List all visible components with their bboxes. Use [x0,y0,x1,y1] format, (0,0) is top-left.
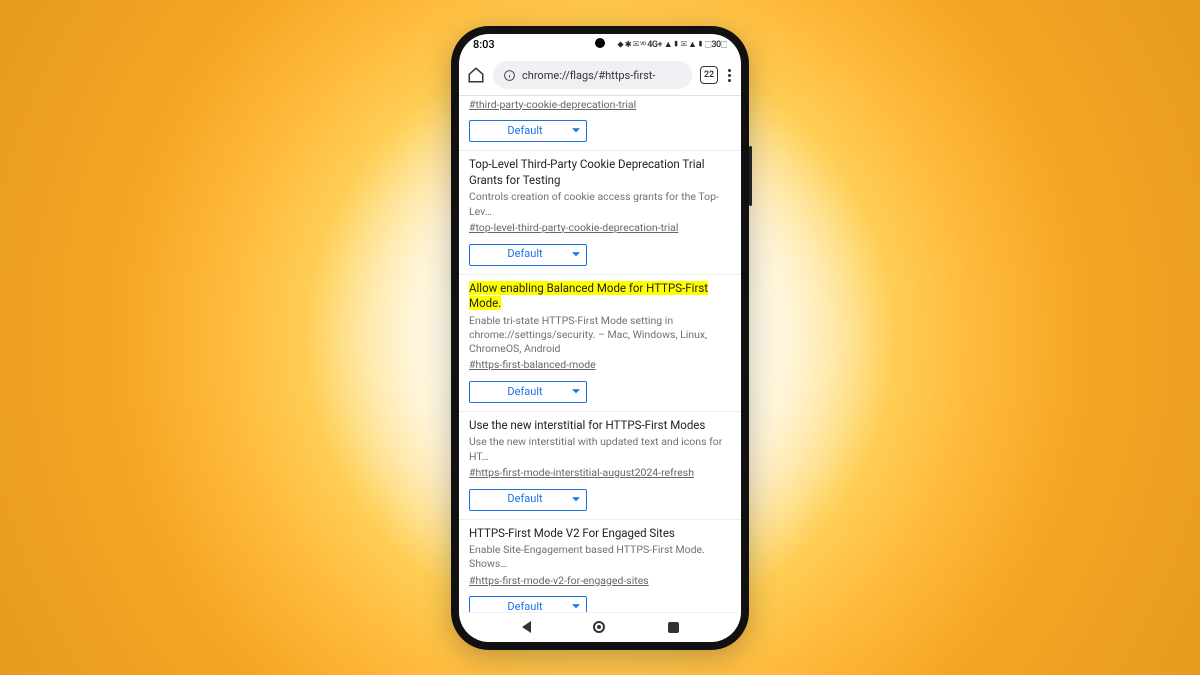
flag-description: Enable tri-state HTTPS-First Mode settin… [469,314,731,357]
flag-title: Top-Level Third-Party Cookie Deprecation… [469,157,731,188]
flag-anchor-link[interactable]: #https-first-balanced-mode [469,358,596,372]
flag-anchor-link[interactable]: #https-first-mode-interstitial-august202… [469,466,694,480]
nav-back-icon[interactable] [522,621,531,633]
status-bar: 8:03 ⬥ ✱ ✉ ᵛᵒ 4G+ ▲▮ ✉ ▲▮ ⬚30⬚ [459,34,741,56]
flag-description: Enable Site-Engagement based HTTPS-First… [469,543,731,571]
flag-item: Use the new interstitial for HTTPS-First… [459,412,741,520]
flag-dropdown[interactable]: Default [469,120,587,142]
android-nav-bar [459,612,741,642]
nav-home-icon[interactable] [593,621,605,633]
flag-item: HTTPS-First Mode V2 For Engaged SitesEna… [459,520,741,612]
url-bar[interactable]: chrome://flags/#https-first- [493,61,692,89]
flag-dropdown[interactable]: Default [469,489,587,511]
flag-dropdown[interactable]: Default [469,596,587,611]
status-icons: ⬥ ✱ ✉ ᵛᵒ 4G+ ▲▮ ✉ ▲▮ ⬚30⬚ [617,39,727,50]
nav-recent-icon[interactable] [668,622,679,633]
kebab-menu-icon[interactable] [726,67,733,84]
flag-title: HTTPS-First Mode V2 For Engaged Sites [469,526,731,542]
flag-dropdown[interactable]: Default [469,244,587,266]
flag-item: #third-party-cookie-deprecation-trial Def… [459,96,741,152]
browser-toolbar: chrome://flags/#https-first- 22 [459,56,741,96]
flag-description: Controls creation of cookie access grant… [469,190,731,218]
status-icon-cluster: ⬥ ✱ ✉ ᵛᵒ 4G+ ▲▮ ✉ ▲▮ ⬚30⬚ [617,39,727,50]
home-icon[interactable] [467,66,485,84]
flag-anchor-link[interactable]: #top-level-third-party-cookie-deprecatio… [469,221,678,235]
flag-item: Top-Level Third-Party Cookie Deprecation… [459,151,741,274]
flag-title: Use the new interstitial for HTTPS-First… [469,418,731,434]
flags-content[interactable]: #third-party-cookie-deprecation-trial Def… [459,96,741,612]
flag-item: Allow enabling Balanced Mode for HTTPS-F… [459,275,741,412]
phone-frame: 8:03 ⬥ ✱ ✉ ᵛᵒ 4G+ ▲▮ ✉ ▲▮ ⬚30⬚ chrome://… [451,26,749,650]
status-time: 8:03 [473,38,495,51]
flag-title: Allow enabling Balanced Mode for HTTPS-F… [469,281,731,312]
flag-anchor-link[interactable]: #https-first-mode-v2-for-engaged-sites [469,574,649,588]
info-icon [503,69,516,82]
flag-description: Use the new interstitial with updated te… [469,435,731,463]
tab-switcher[interactable]: 22 [700,66,718,84]
url-text: chrome://flags/#https-first- [522,69,655,82]
tab-count-value: 22 [704,70,714,80]
phone-screen: 8:03 ⬥ ✱ ✉ ᵛᵒ 4G+ ▲▮ ✉ ▲▮ ⬚30⬚ chrome://… [459,34,741,642]
flag-dropdown[interactable]: Default [469,381,587,403]
flag-anchor-link[interactable]: #third-party-cookie-deprecation-trial [469,98,636,112]
